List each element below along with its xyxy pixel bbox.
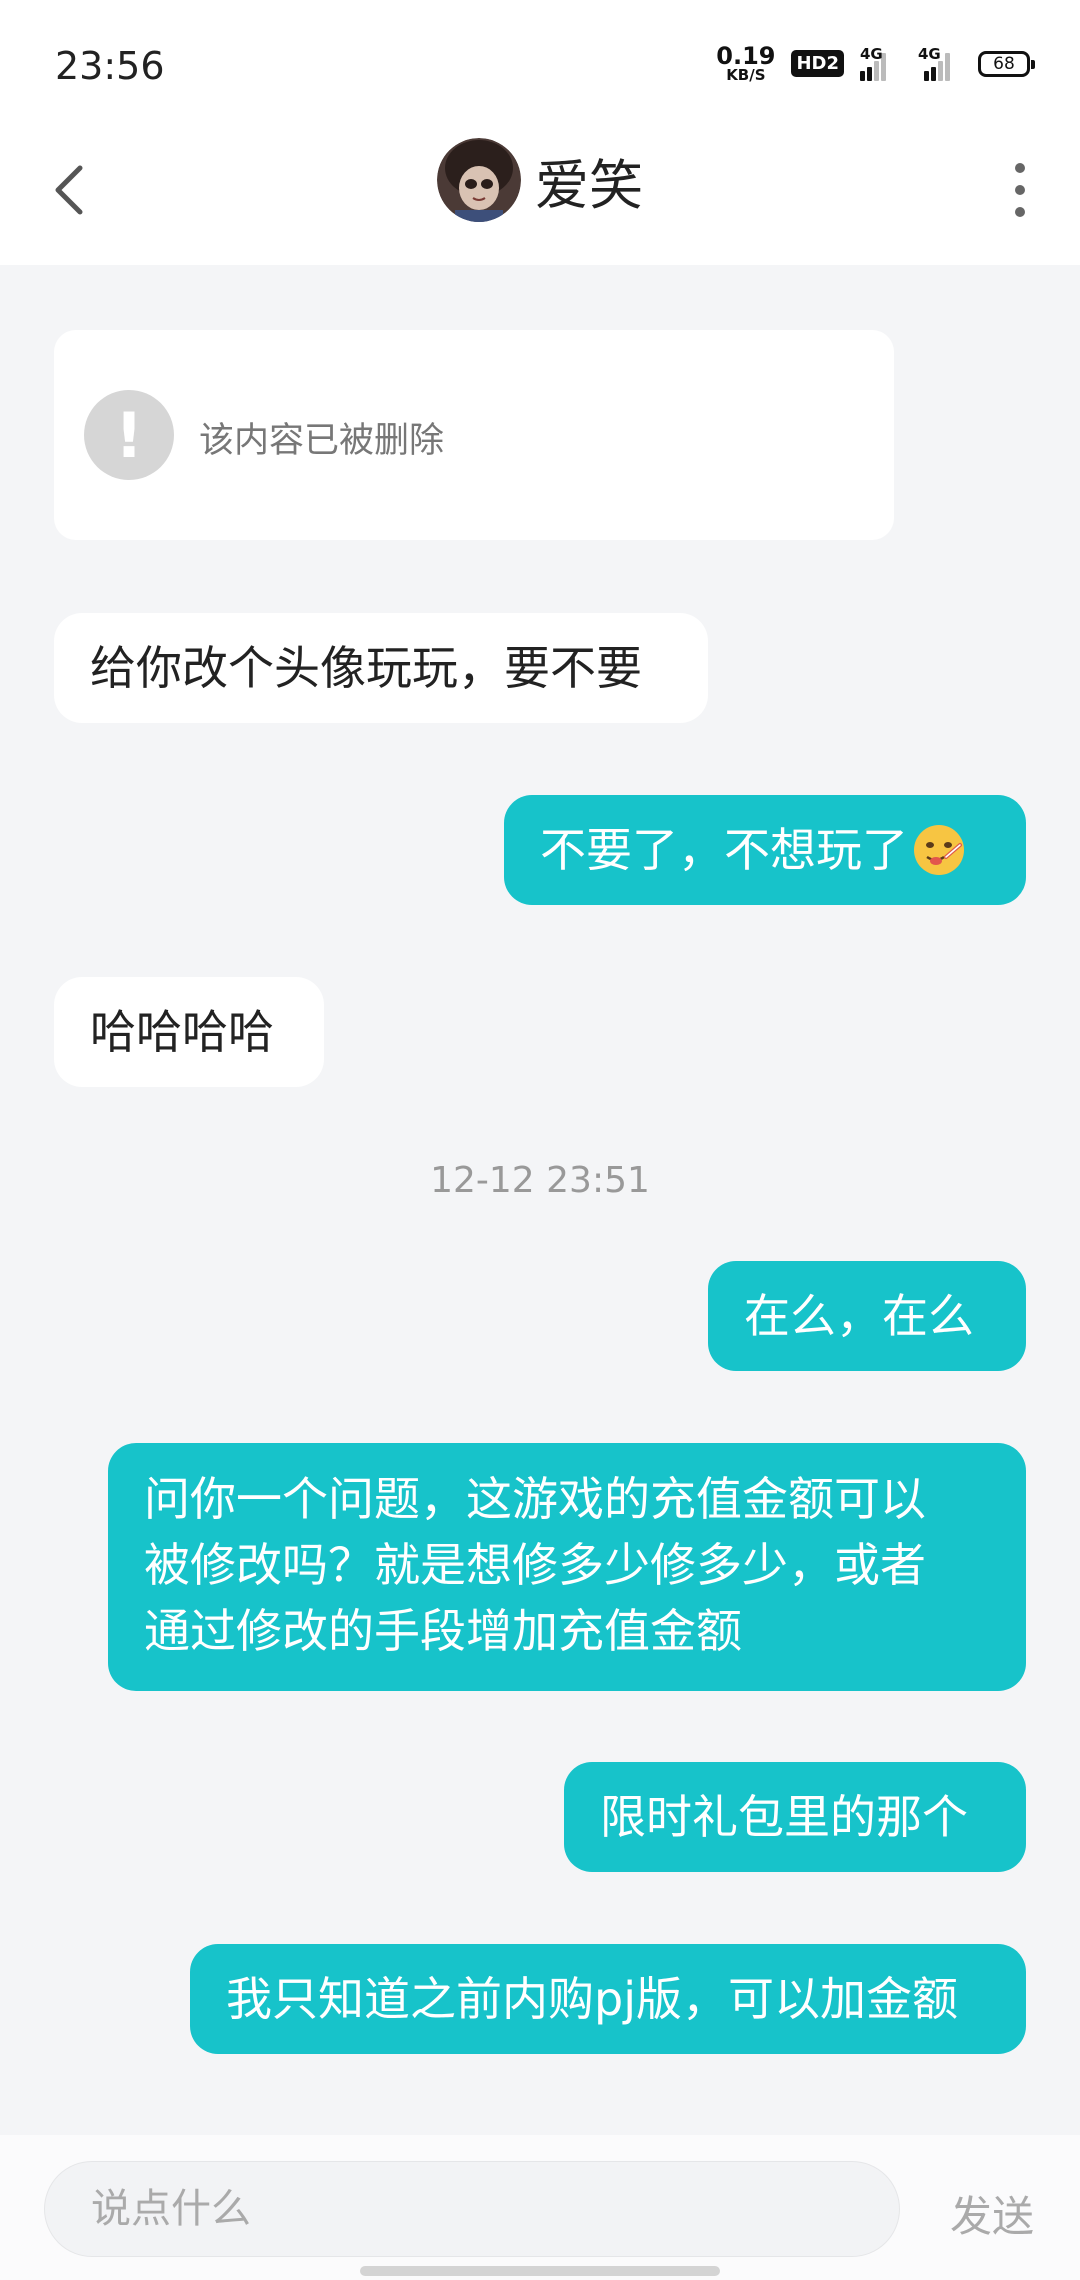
dot-icon xyxy=(1015,185,1025,195)
message-text: 不要了，不想玩了 xyxy=(540,822,908,877)
message-text: 限时礼包里的那个 xyxy=(600,1789,968,1844)
incoming-message[interactable]: 给你改个头像玩玩，要不要 xyxy=(54,613,708,723)
outgoing-message[interactable]: 不要了，不想玩了 xyxy=(504,795,1026,905)
network-speed: 0.19 KB/S xyxy=(716,44,775,83)
battery-icon: 68 xyxy=(978,50,1035,77)
sick-face-emoji-icon xyxy=(914,825,964,875)
more-options-button[interactable] xyxy=(1000,155,1040,225)
home-indicator[interactable] xyxy=(360,2266,720,2276)
signal-icon-2: 4G xyxy=(910,44,962,81)
send-button[interactable]: 发送 xyxy=(950,2183,1034,2244)
contact-info[interactable]: 爱笑 xyxy=(0,138,1080,222)
network-speed-unit: KB/S xyxy=(726,66,766,84)
status-time: 23:56 xyxy=(55,44,165,88)
signal-label-2: 4G xyxy=(918,44,941,63)
battery-level: 68 xyxy=(993,53,1015,74)
message-text: 给你改个头像玩玩，要不要 xyxy=(90,640,642,695)
signal-icon: 4G xyxy=(860,44,894,81)
message-timestamp: 12-12 23:51 xyxy=(430,1160,650,1201)
outgoing-message[interactable]: 我只知道之前内购pj版，可以加金额 xyxy=(190,1944,1026,2054)
avatar[interactable] xyxy=(437,138,521,222)
dot-icon xyxy=(1015,207,1025,217)
incoming-message[interactable]: 哈哈哈哈 xyxy=(54,977,324,1087)
dot-icon xyxy=(1015,163,1025,173)
message-text: 在么，在么 xyxy=(744,1288,974,1343)
deleted-message-card: ! 该内容已被删除 xyxy=(54,330,894,540)
status-bar: 23:56 0.19 KB/S HD2 4G 4G 68 xyxy=(0,0,1080,120)
signal-label: 4G xyxy=(860,44,883,63)
outgoing-message[interactable]: 限时礼包里的那个 xyxy=(564,1762,1026,1872)
chat-screen: 23:56 0.19 KB/S HD2 4G 4G 68 爱笑 ! 该内容已被删… xyxy=(0,0,1080,2280)
outgoing-message[interactable]: 问你一个问题，这游戏的充值金额可以 被修改吗？就是想修多少修多少，或者 通过修改… xyxy=(108,1443,1026,1691)
message-text-line: 被修改吗？就是想修多少修多少，或者 xyxy=(144,1537,926,1592)
contact-name: 爱笑 xyxy=(535,153,643,217)
message-text: 哈哈哈哈 xyxy=(90,1004,274,1059)
message-text-line: 问你一个问题，这游戏的充值金额可以 xyxy=(144,1472,926,1526)
network-speed-value: 0.19 xyxy=(716,42,776,70)
status-icons: 0.19 KB/S HD2 4G 4G 68 xyxy=(716,44,1035,83)
message-input[interactable] xyxy=(44,2161,900,2257)
exclamation-icon: ! xyxy=(84,390,174,480)
hd-voice-icon: HD2 xyxy=(791,50,844,77)
input-bar: 发送 xyxy=(0,2135,1080,2280)
outgoing-message[interactable]: 在么，在么 xyxy=(708,1261,1026,1371)
message-text-line: 通过修改的手段增加充值金额 xyxy=(144,1603,742,1658)
chat-header: 爱笑 xyxy=(0,120,1080,265)
deleted-notice: 该内容已被删除 xyxy=(199,421,445,461)
message-text: 我只知道之前内购pj版，可以加金额 xyxy=(226,1971,958,2026)
